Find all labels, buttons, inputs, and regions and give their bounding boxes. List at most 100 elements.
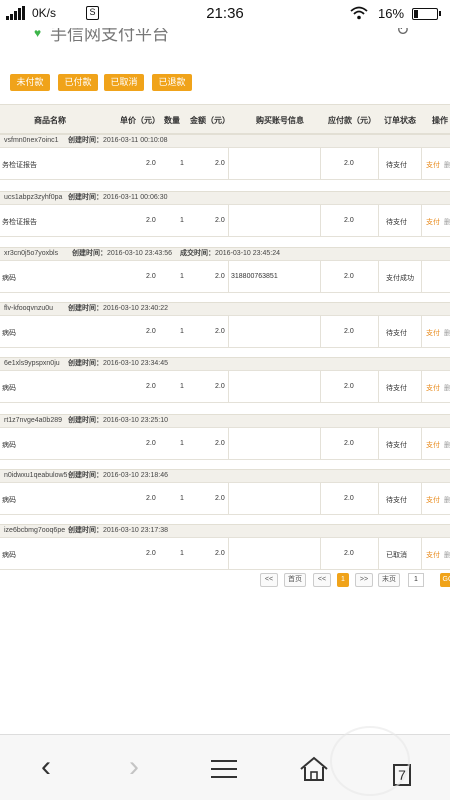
- delete-link[interactable]: 删: [444, 383, 450, 393]
- payable: 2.0: [344, 273, 354, 280]
- created-time-label: 创建时间：: [68, 360, 103, 367]
- order-status: 待支付: [386, 162, 407, 169]
- delete-link[interactable]: 删: [444, 217, 450, 227]
- created-time-label: 创建时间：: [68, 194, 103, 201]
- quantity: 1: [180, 383, 184, 390]
- amount: 2.0: [215, 550, 225, 557]
- table-header: 商品名称 单价（元） 数量 金额（元） 购买账号信息 应付款（元） 订单状态 操…: [0, 104, 450, 134]
- payable: 2.0: [344, 440, 354, 447]
- created-time-label: 创建时间：: [68, 527, 103, 534]
- created-time-label: 创建时间：: [72, 250, 107, 257]
- pay-link[interactable]: 支付: [426, 440, 440, 450]
- pay-link[interactable]: 支付: [426, 495, 440, 505]
- menu-icon[interactable]: [204, 749, 244, 789]
- created-time-value: 2016-03-10 23:40:22: [103, 305, 168, 312]
- payable: 2.0: [344, 160, 354, 167]
- order-item: n0idwxu1qeabulow5 创建时间：2016-03-10 23:18:4…: [0, 469, 450, 515]
- payable: 2.0: [344, 550, 354, 557]
- pay-link[interactable]: 支付: [426, 550, 440, 560]
- page-current-button[interactable]: 1: [337, 573, 349, 587]
- created-time-label: 创建时间：: [68, 472, 103, 479]
- page-first-button[interactable]: <<: [260, 573, 278, 587]
- order-header: n0idwxu1qeabulow5 创建时间：2016-03-10 23:18:4…: [0, 469, 450, 482]
- shield-icon: ♥: [34, 28, 42, 40]
- order-row: 病码 2.0 1 2.0 2.0 待支付 支付删: [0, 482, 450, 515]
- order-header: ize6bcbmg7ooq6pe 创建时间：2016-03-10 23:17:38: [0, 524, 450, 537]
- battery-icon: [412, 8, 441, 20]
- done-time: 成交时间：2016-03-10 23:45:24: [180, 248, 280, 260]
- created-time-label: 创建时间：: [68, 137, 103, 144]
- home-icon[interactable]: [294, 749, 334, 789]
- order-item: 6e1xls9ypspxn0ju 创建时间：2016-03-10 23:34:45…: [0, 357, 450, 403]
- created-time: 创建时间：2016-03-10 23:18:46: [68, 470, 168, 482]
- page-go-button[interactable]: GO: [440, 573, 450, 587]
- created-time-value: 2016-03-11 00:06:30: [103, 194, 168, 201]
- unit-price: 2.0: [146, 495, 156, 502]
- created-time: 创建时间：2016-03-10 23:25:10: [68, 415, 168, 427]
- pay-link[interactable]: 支付: [426, 328, 440, 338]
- amount: 2.0: [215, 495, 225, 502]
- filter-paid-button[interactable]: 已付款: [58, 74, 98, 91]
- order-row: 务检证报告 2.0 1 2.0 2.0 待支付 支付删: [0, 147, 450, 180]
- order-status: 待支付: [386, 219, 407, 226]
- pay-link[interactable]: 支付: [426, 217, 440, 227]
- quantity: 1: [180, 160, 184, 167]
- delete-link[interactable]: 删: [444, 440, 450, 450]
- created-time: 创建时间：2016-03-10 23:17:38: [68, 525, 168, 537]
- status-bar: 0K/s S 21:36 16%: [0, 0, 450, 28]
- amount: 2.0: [215, 273, 225, 280]
- filter-refunded-button[interactable]: 已退款: [152, 74, 192, 91]
- done-time-value: 2016-03-10 23:45:24: [215, 250, 280, 257]
- delete-link[interactable]: 删: [444, 550, 450, 560]
- pay-link[interactable]: 支付: [426, 383, 440, 393]
- payable: 2.0: [344, 328, 354, 335]
- order-number: ize6bcbmg7ooq6pe: [4, 527, 66, 534]
- col-amount: 金额（元）: [190, 116, 230, 125]
- product-name: 病码: [2, 330, 16, 337]
- order-status: 待支付: [386, 497, 407, 504]
- url-bar[interactable]: ♥ 手信网支付平台 ↻: [0, 28, 450, 48]
- product-name: 病码: [2, 552, 16, 559]
- delete-link[interactable]: 删: [444, 328, 450, 338]
- back-icon[interactable]: ‹: [26, 749, 66, 789]
- col-account: 购买账号信息: [256, 116, 304, 125]
- page-title: 手信网支付平台: [50, 28, 169, 44]
- page-home-button[interactable]: 首页: [284, 573, 306, 587]
- delete-link[interactable]: 删: [444, 160, 450, 170]
- created-time: 创建时间：2016-03-11 00:10:08: [68, 135, 167, 147]
- filter-cancelled-button[interactable]: 已取消: [104, 74, 144, 91]
- page-prev-button[interactable]: <<: [313, 573, 331, 587]
- page-jump-input[interactable]: 1: [408, 573, 424, 587]
- product-name: 务检证报告: [2, 162, 37, 169]
- quantity: 1: [180, 273, 184, 280]
- created-time-value: 2016-03-10 23:25:10: [103, 417, 168, 424]
- order-item: rt1z7nvge4a0b289 创建时间：2016-03-10 23:25:10…: [0, 414, 450, 460]
- pay-link[interactable]: 支付: [426, 160, 440, 170]
- wifi-icon: [350, 6, 368, 23]
- product-name: 病码: [2, 275, 16, 282]
- unit-price: 2.0: [146, 440, 156, 447]
- page-last-button[interactable]: 末页: [378, 573, 400, 587]
- refresh-icon[interactable]: ↻: [396, 28, 409, 40]
- product-name: 病码: [2, 442, 16, 449]
- unit-price: 2.0: [146, 383, 156, 390]
- order-item: ize6bcbmg7ooq6pe 创建时间：2016-03-10 23:17:38…: [0, 524, 450, 570]
- order-header: 6e1xls9ypspxn0ju 创建时间：2016-03-10 23:34:45: [0, 357, 450, 370]
- forward-icon[interactable]: ›: [114, 749, 154, 789]
- amount: 2.0: [215, 328, 225, 335]
- order-row: 病码 2.0 1 2.0 318800763851 2.0 支付成功: [0, 260, 450, 293]
- col-qty: 数量: [164, 116, 180, 125]
- created-time: 创建时间：2016-03-11 00:06:30: [68, 192, 167, 204]
- unit-price: 2.0: [146, 160, 156, 167]
- filter-unpaid-button[interactable]: 未付款: [10, 74, 50, 91]
- delete-link[interactable]: 删: [444, 495, 450, 505]
- battery-percent: 16%: [378, 6, 405, 21]
- page-next-button[interactable]: >>: [355, 573, 373, 587]
- order-number: vsfmn0nex7oinc1: [4, 137, 59, 144]
- order-number: xr3cn0j5o7yoxbls: [4, 250, 59, 257]
- order-number: ucs1abpz3zyhf0pa: [4, 194, 63, 201]
- col-payable: 应付款（元）: [328, 116, 376, 125]
- order-status: 待支付: [386, 442, 407, 449]
- payable: 2.0: [344, 383, 354, 390]
- quantity: 1: [180, 217, 184, 224]
